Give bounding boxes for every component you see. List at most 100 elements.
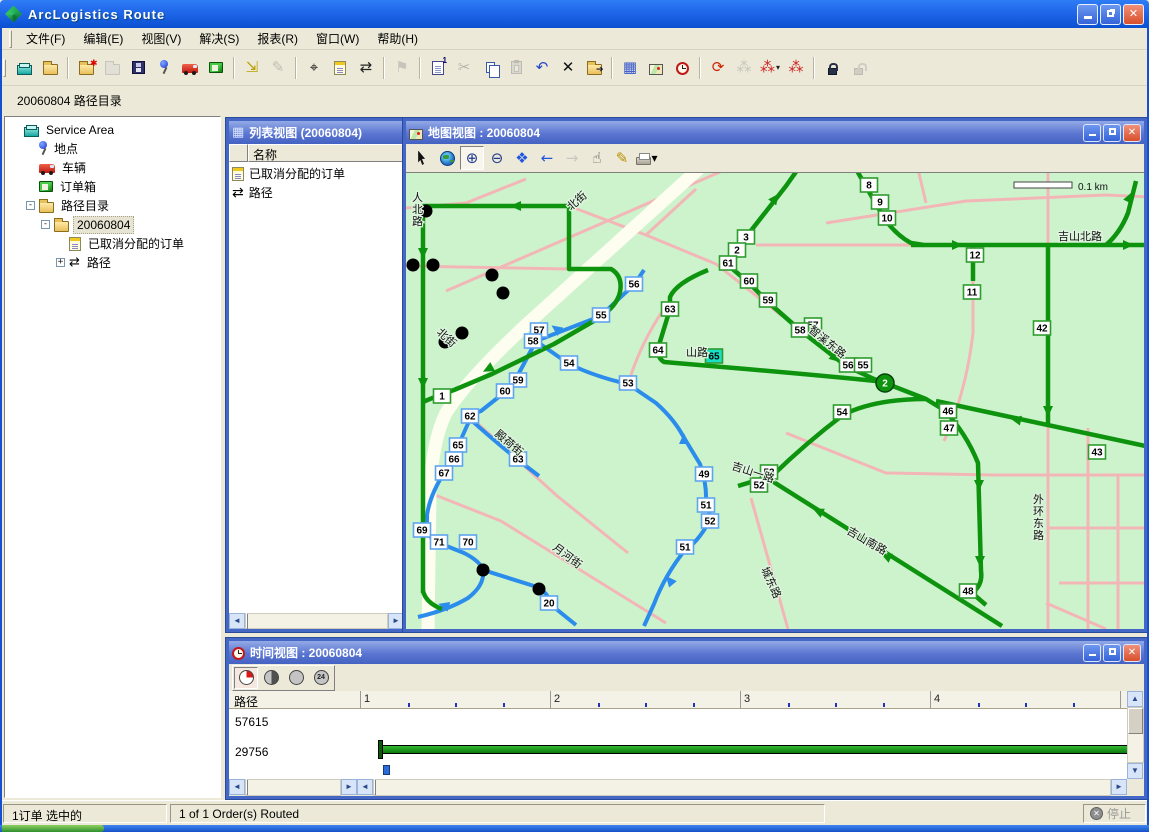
map-view-button[interactable] (643, 55, 669, 81)
scale-quarter-hour-button[interactable] (234, 667, 258, 689)
orders-box-button[interactable] (203, 55, 229, 81)
zoom-out-button[interactable]: ⊖ (485, 146, 509, 170)
tree-item-路径[interactable]: +⇄路径 (5, 253, 220, 272)
lock-button[interactable] (819, 55, 845, 81)
menu-report[interactable]: 报表(R) (248, 27, 307, 50)
time-minimize-button[interactable] (1083, 644, 1101, 662)
names-scroll-right[interactable]: ► (341, 779, 357, 795)
locations-button[interactable] (151, 55, 177, 81)
unassigned-stop-dot[interactable] (486, 269, 499, 282)
route-name[interactable]: 57615 (235, 715, 268, 729)
menu-file[interactable]: 文件(F) (17, 27, 74, 50)
save-button[interactable] (125, 55, 151, 81)
scale-hour-button[interactable] (284, 667, 308, 689)
map-maximize-button[interactable] (1103, 124, 1121, 142)
unassigned-stop-dot[interactable] (533, 583, 546, 596)
properties-button[interactable] (425, 55, 451, 81)
menu-view[interactable]: 视图(V) (132, 27, 190, 50)
assign-orders-button[interactable]: ⇲ (239, 55, 265, 81)
map-canvas[interactable]: 5655575854535960626566676369717020495152… (406, 172, 1144, 629)
list-view-button[interactable]: ▦ (617, 55, 643, 81)
copy-button[interactable] (477, 55, 503, 81)
tree-item-label: Service Area (43, 122, 117, 138)
build-routes-button[interactable]: ⟳ (705, 55, 731, 81)
reassign-stops-button[interactable]: ⁂▾ (757, 55, 783, 81)
toolbar-separator (611, 57, 613, 79)
scroll-left-arrow[interactable]: ◄ (229, 613, 245, 629)
select-pointer-button[interactable] (410, 146, 434, 170)
tree-item-20060804[interactable]: -20060804 (5, 215, 220, 234)
orders-list-button[interactable] (327, 55, 353, 81)
tree-expander[interactable]: - (26, 201, 35, 210)
time-view-button[interactable] (669, 55, 695, 81)
scale-half-hour-button[interactable] (259, 667, 283, 689)
timeline-vscrollbar[interactable]: ▲ ▼ (1127, 691, 1144, 779)
restore-button[interactable] (1100, 4, 1121, 25)
map-close-button[interactable]: ✕ (1123, 124, 1141, 142)
vehicles-button[interactable] (177, 55, 203, 81)
unassigned-stop-dot[interactable] (456, 327, 469, 340)
close-button[interactable]: ✕ (1123, 4, 1144, 25)
time-view-titlebar[interactable]: 时间视图 : 20060804 ✕ (229, 641, 1144, 664)
tree-expander[interactable]: + (56, 258, 65, 267)
list-item-路径[interactable]: ⇄路径 (230, 183, 403, 202)
time-scroll-left[interactable]: ◄ (357, 779, 373, 795)
draw-pencil-button[interactable]: ✎ (610, 146, 634, 170)
unassigned-stop-dot[interactable] (407, 259, 420, 272)
route-name[interactable]: 29756 (235, 745, 268, 759)
names-scroll-left[interactable]: ◄ (229, 779, 245, 795)
tree-item-订单箱[interactable]: 订单箱 (5, 177, 220, 196)
tree-item-路径目录[interactable]: -路径目录 (5, 196, 220, 215)
tree-item-已取消分配的订单[interactable]: 已取消分配的订单 (5, 234, 220, 253)
find-button[interactable]: ⌖ (301, 55, 327, 81)
menu-edit[interactable]: 编辑(E) (74, 27, 132, 50)
back-extent-button[interactable]: ← (535, 146, 559, 170)
time-close-button[interactable]: ✕ (1123, 644, 1141, 662)
menu-window[interactable]: 窗口(W) (307, 27, 368, 50)
scroll-right-arrow[interactable]: ► (388, 613, 404, 629)
list-item-已取消分配的订单[interactable]: 已取消分配的订单 (230, 164, 403, 183)
time-maximize-button[interactable] (1103, 644, 1121, 662)
map-minimize-button[interactable] (1083, 124, 1101, 142)
unassigned-stop-dot[interactable] (497, 287, 510, 300)
globe-full-extent-button[interactable] (435, 146, 459, 170)
map-view-titlebar[interactable]: 地图视图 : 20060804 ✕ (406, 121, 1144, 144)
unassigned-stop-dot[interactable] (427, 259, 440, 272)
list-header-blank[interactable] (229, 144, 248, 162)
new-folder-button[interactable] (73, 55, 99, 81)
scroll-up-arrow[interactable]: ▲ (1127, 691, 1143, 707)
print-map-dropdown[interactable]: ▾ (651, 151, 657, 165)
open-button[interactable] (37, 55, 63, 81)
pan-hand-button[interactable]: ☝ (585, 146, 609, 170)
list-header-name[interactable]: 名称 (248, 144, 404, 162)
tree-item-车辆[interactable]: 车辆 (5, 158, 220, 177)
minimize-button[interactable] (1077, 4, 1098, 25)
move-to-folder-button[interactable] (581, 55, 607, 81)
zoom-selected-button[interactable]: ❖ (510, 146, 534, 170)
delete-button[interactable]: ✕ (555, 55, 581, 81)
reassign-stops-dropdown[interactable]: ▾ (776, 63, 780, 72)
map[interactable]: 5655575854535960626566676369717020495152… (406, 173, 1144, 629)
new-service-area-button[interactable] (11, 55, 37, 81)
menu-solve[interactable]: 解决(S) (190, 27, 248, 50)
minor-tick (788, 703, 790, 707)
tree-item-Service Area[interactable]: Service Area (5, 120, 220, 139)
list-hscrollbar[interactable]: ◄ ► (229, 613, 404, 629)
list-view-titlebar[interactable]: ▦ 列表视图 (20060804) (229, 121, 404, 144)
depot-number: 2 (882, 379, 888, 390)
tree-expander[interactable]: - (41, 220, 50, 229)
route-bar[interactable] (382, 745, 1130, 754)
routes-button[interactable]: ⇄ (353, 55, 379, 81)
menu-help[interactable]: 帮助(H) (368, 27, 427, 50)
scroll-down-arrow[interactable]: ▼ (1127, 763, 1143, 779)
selected-order-tick[interactable] (383, 765, 390, 775)
scale-24-hour-button[interactable]: 24 (309, 667, 333, 689)
unassign-stops-button[interactable]: ⁂ (783, 55, 809, 81)
time-scroll-right[interactable]: ► (1111, 779, 1127, 795)
zoom-in-button[interactable]: ⊕ (460, 146, 484, 170)
unassigned-stop-dot[interactable] (477, 564, 490, 577)
tree-item-地点[interactable]: 地点 (5, 139, 220, 158)
print-map-button[interactable]: ▾ (635, 146, 659, 170)
undo-button[interactable]: ↶ (529, 55, 555, 81)
locations-icon (160, 60, 168, 68)
